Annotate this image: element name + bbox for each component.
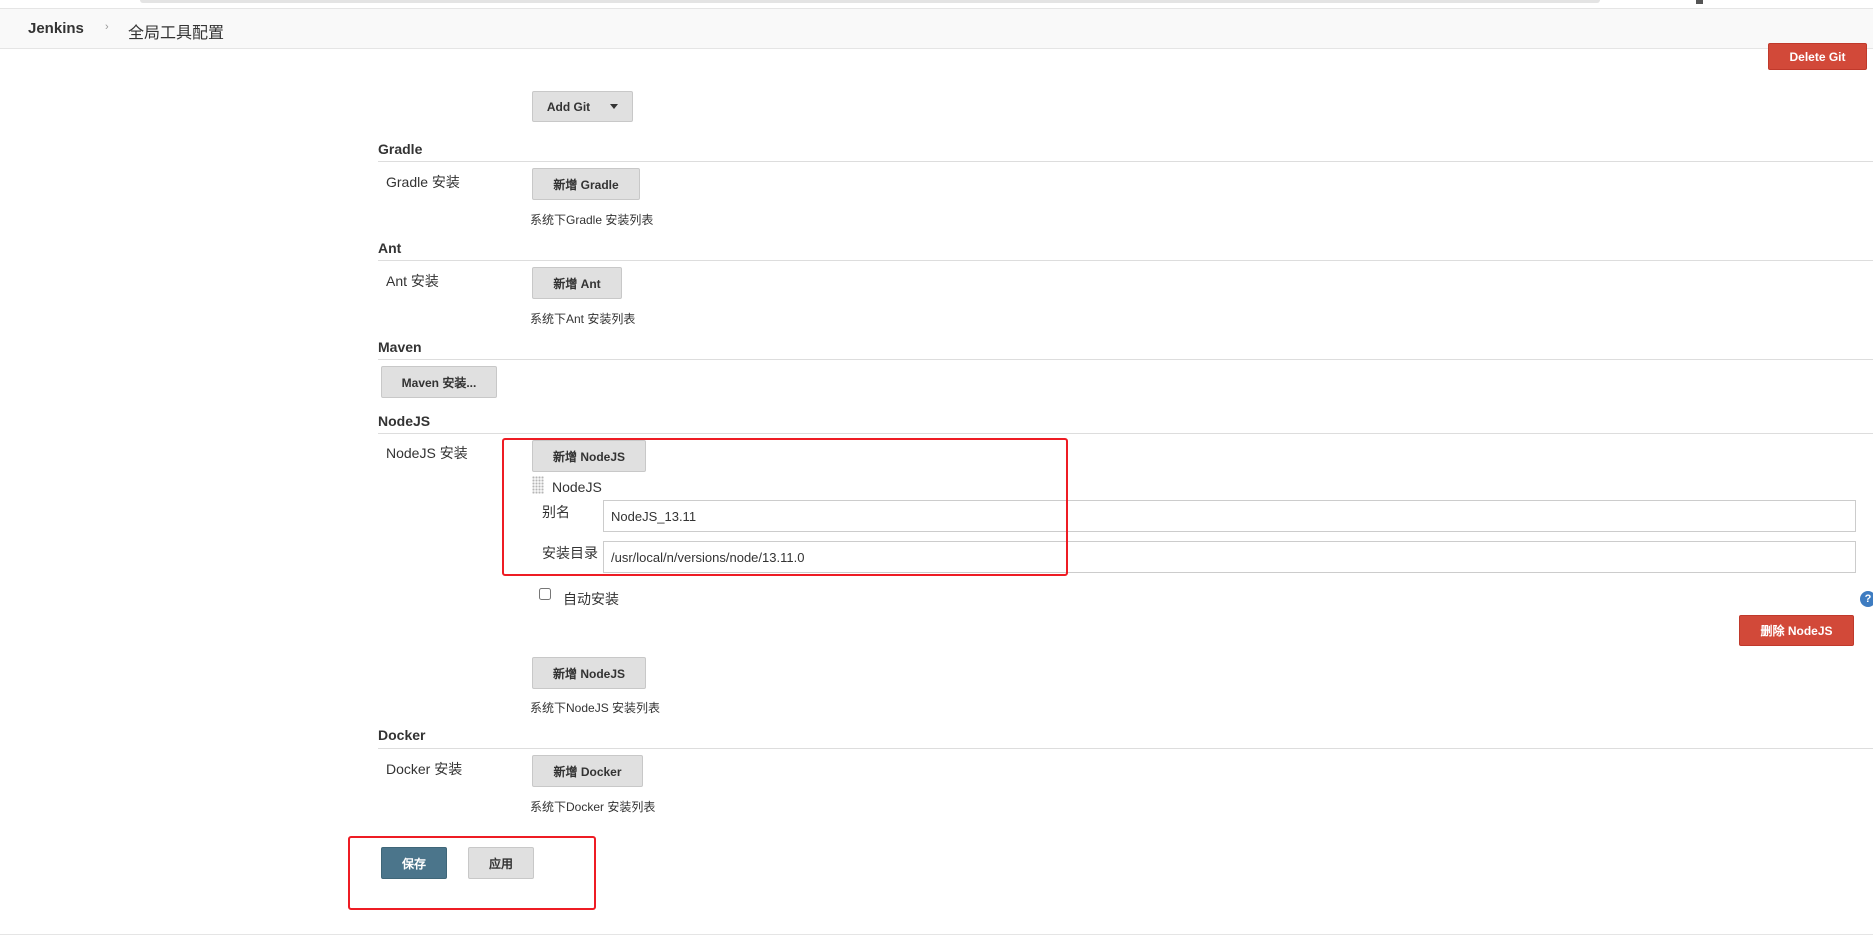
- breadcrumb-home-link[interactable]: Jenkins: [28, 20, 84, 37]
- nodejs-install-label: NodeJS 安装: [386, 445, 468, 461]
- maven-install-button[interactable]: Maven 安装...: [381, 366, 497, 398]
- nodejs-highlight-box: [502, 438, 1068, 576]
- section-title-maven: Maven: [378, 339, 422, 355]
- ant-help-text: 系统下Ant 安装列表: [530, 312, 636, 326]
- section-divider: [378, 748, 1873, 749]
- footer-highlight-box: [348, 836, 596, 910]
- docker-install-label: Docker 安装: [386, 761, 463, 777]
- add-docker-button[interactable]: 新增 Docker: [532, 755, 643, 787]
- question-mark-icon[interactable]: ?: [1860, 591, 1873, 607]
- add-git-button[interactable]: Add Git: [532, 91, 633, 122]
- page-bottom-divider: [0, 934, 1873, 935]
- browser-top-strip: [0, 0, 1873, 8]
- ant-install-label: Ant 安装: [386, 273, 439, 289]
- section-title-ant: Ant: [378, 240, 402, 256]
- top-mark: [1696, 0, 1703, 4]
- breadcrumb-current-page[interactable]: 全局工具配置: [128, 19, 224, 43]
- caret-down-icon: [610, 104, 619, 109]
- nodejs-help-text: 系统下NodeJS 安装列表: [530, 701, 661, 715]
- auto-install-checkbox[interactable]: [539, 588, 551, 600]
- top-scrollbar: [140, 0, 1600, 3]
- section-divider: [378, 161, 1873, 162]
- section-divider: [378, 433, 1873, 434]
- add-ant-button[interactable]: 新增 Ant: [532, 267, 622, 299]
- delete-git-button[interactable]: Delete Git: [1768, 43, 1867, 70]
- add-gradle-button[interactable]: 新增 Gradle: [532, 168, 640, 200]
- section-divider: [378, 359, 1873, 360]
- gradle-install-label: Gradle 安装: [386, 174, 460, 190]
- breadcrumb: Jenkins › 全局工具配置: [0, 8, 1873, 49]
- docker-help-text: 系统下Docker 安装列表: [530, 800, 656, 814]
- section-title-gradle: Gradle: [378, 141, 423, 157]
- delete-nodejs-button[interactable]: 删除 NodeJS: [1739, 615, 1854, 646]
- section-divider: [378, 260, 1873, 261]
- gradle-help-text: 系统下Gradle 安装列表: [530, 213, 654, 227]
- breadcrumb-separator-icon: ›: [105, 21, 109, 33]
- add-nodejs-button-bottom[interactable]: 新增 NodeJS: [532, 657, 646, 689]
- auto-install-label: 自动安装: [563, 591, 619, 607]
- add-git-label: Add Git: [546, 99, 591, 114]
- section-title-nodejs: NodeJS: [378, 413, 431, 429]
- section-title-docker: Docker: [378, 727, 426, 743]
